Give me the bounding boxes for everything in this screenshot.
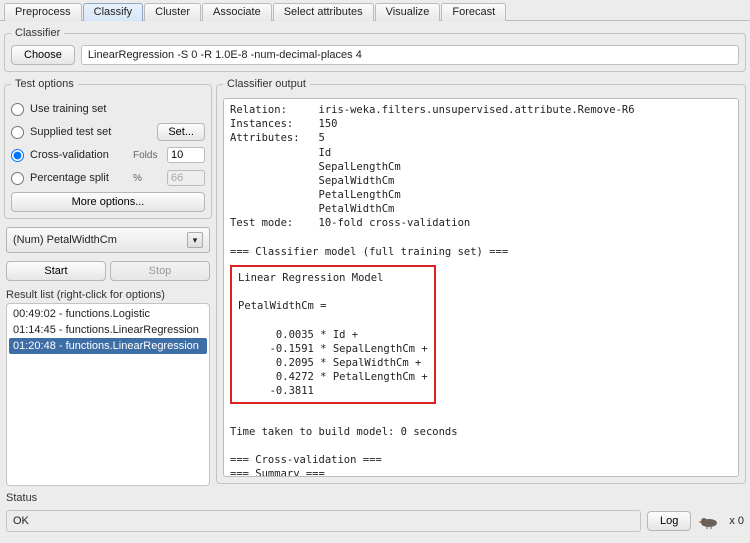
status-text: OK [6, 510, 641, 532]
label-cross-validation: Cross-validation [30, 149, 109, 161]
status-legend: Status [6, 492, 744, 504]
choose-button[interactable]: Choose [11, 45, 75, 65]
test-options-panel: Test options Use training set Supplied t… [4, 78, 212, 219]
classifier-output-legend: Classifier output [223, 78, 310, 90]
tab-associate[interactable]: Associate [202, 3, 272, 21]
classifier-legend: Classifier [11, 27, 64, 39]
tab-select-attributes[interactable]: Select attributes [273, 3, 374, 21]
tab-cluster[interactable]: Cluster [144, 3, 201, 21]
radio-training-set[interactable] [11, 103, 24, 116]
output-header-text: Relation: iris-weka.filters.unsupervised… [224, 99, 738, 263]
classifier-output-area[interactable]: Relation: iris-weka.filters.unsupervised… [223, 98, 739, 477]
class-attribute-combo[interactable]: (Num) PetalWidthCm ▾ [6, 227, 210, 253]
percent-input [167, 170, 205, 186]
top-tabs: Preprocess Classify Cluster Associate Se… [0, 0, 750, 20]
stop-button: Stop [110, 261, 210, 281]
radio-supplied-test-set[interactable] [11, 126, 24, 139]
set-button[interactable]: Set... [157, 123, 205, 141]
tab-forecast[interactable]: Forecast [441, 3, 506, 21]
radio-percentage-split[interactable] [11, 172, 24, 185]
task-count: x 0 [729, 515, 744, 527]
classifier-output-panel: Classifier output Relation: iris-weka.fi… [216, 78, 746, 484]
radio-cross-validation[interactable] [11, 149, 24, 162]
label-percentage-split: Percentage split [30, 172, 109, 184]
more-options-button[interactable]: More options... [11, 192, 205, 212]
model-highlight-box: Linear Regression Model PetalWidthCm = 0… [230, 265, 436, 405]
class-attribute-value: (Num) PetalWidthCm [13, 234, 117, 246]
folds-label: Folds [133, 150, 163, 161]
folds-input[interactable] [167, 147, 205, 163]
tab-classify[interactable]: Classify [83, 3, 144, 21]
result-list-legend: Result list (right-click for options) [6, 289, 210, 301]
label-supplied-test-set: Supplied test set [30, 126, 111, 138]
output-summary-text: Time taken to build model: 0 seconds ===… [224, 406, 738, 477]
classifier-command-input[interactable]: LinearRegression -S 0 -R 1.0E-8 -num-dec… [81, 45, 739, 65]
result-item[interactable]: 00:49:02 - functions.Logistic [9, 306, 207, 322]
result-item[interactable]: 01:14:45 - functions.LinearRegression [9, 322, 207, 338]
result-list[interactable]: 00:49:02 - functions.Logistic 01:14:45 -… [6, 303, 210, 486]
tab-preprocess[interactable]: Preprocess [4, 3, 82, 21]
percent-label: % [133, 173, 163, 184]
result-item[interactable]: 01:20:48 - functions.LinearRegression [9, 338, 207, 354]
test-options-legend: Test options [11, 78, 78, 90]
start-button[interactable]: Start [6, 261, 106, 281]
chevron-down-icon: ▾ [187, 232, 203, 248]
label-training-set: Use training set [30, 103, 106, 115]
weka-bird-icon [697, 513, 723, 529]
classifier-panel: Classifier Choose LinearRegression -S 0 … [4, 27, 746, 72]
log-button[interactable]: Log [647, 511, 691, 531]
tab-visualize[interactable]: Visualize [375, 3, 441, 21]
